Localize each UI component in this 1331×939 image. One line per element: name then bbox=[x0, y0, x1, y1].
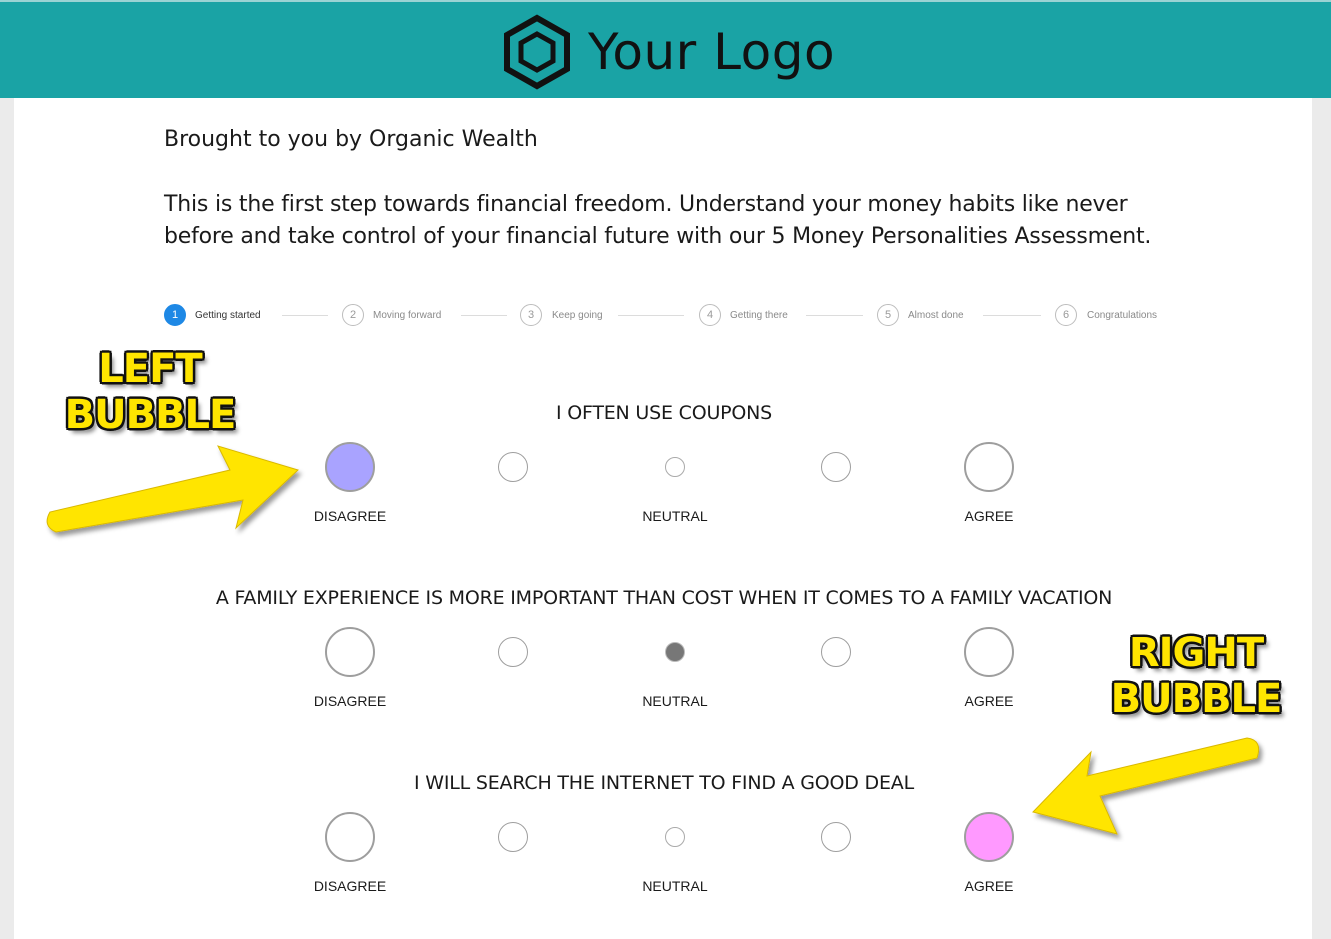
question-2-text: A FAMILY EXPERIENCE IS MORE IMPORTANT TH… bbox=[215, 587, 1113, 609]
step-3-label: Keep going bbox=[552, 310, 603, 321]
annotation-line: RIGHT bbox=[1128, 630, 1264, 676]
step-6-circle[interactable]: 6 bbox=[1055, 304, 1077, 326]
q1-option-5-bubble[interactable] bbox=[964, 442, 1014, 492]
annotation-line: LEFT bbox=[98, 346, 202, 392]
step-1-circle[interactable]: 1 bbox=[164, 304, 186, 326]
q2-option-5-bubble[interactable] bbox=[964, 627, 1014, 677]
step-connector bbox=[806, 315, 863, 316]
q3-option-4-bubble[interactable] bbox=[821, 822, 851, 852]
intro-text: This is the first step towards financial… bbox=[164, 192, 1152, 249]
q2-option-1-bubble[interactable] bbox=[325, 627, 375, 677]
step-1-label: Getting started bbox=[195, 310, 261, 321]
neutral-label: NEUTRAL bbox=[642, 508, 708, 524]
step-4-circle[interactable]: 4 bbox=[699, 304, 721, 326]
q1-option-2-bubble[interactable] bbox=[498, 452, 528, 482]
left-bubble-annotation: LEFT BUBBLE bbox=[58, 346, 242, 438]
q2-option-3-bubble[interactable] bbox=[665, 642, 685, 662]
left-arrow-icon bbox=[46, 445, 299, 533]
step-4-label: Getting there bbox=[730, 310, 788, 321]
agree-label: AGREE bbox=[964, 878, 1014, 894]
q2-option-2-bubble[interactable] bbox=[498, 637, 528, 667]
question-1-text: I OFTEN USE COUPONS bbox=[555, 402, 773, 424]
disagree-label: DISAGREE bbox=[313, 693, 387, 709]
step-connector bbox=[983, 315, 1041, 316]
disagree-label: DISAGREE bbox=[313, 878, 387, 894]
q3-option-3-bubble[interactable] bbox=[665, 827, 685, 847]
q1-option-1-bubble[interactable] bbox=[325, 442, 375, 492]
q3-option-2-bubble[interactable] bbox=[498, 822, 528, 852]
agree-label: AGREE bbox=[964, 693, 1014, 709]
q1-option-4-bubble[interactable] bbox=[821, 452, 851, 482]
right-bubble-annotation: RIGHT BUBBLE bbox=[1098, 630, 1294, 722]
step-connector bbox=[461, 315, 507, 316]
q3-option-1-bubble[interactable] bbox=[325, 812, 375, 862]
q3-option-5-bubble[interactable] bbox=[964, 812, 1014, 862]
step-3-circle[interactable]: 3 bbox=[520, 304, 542, 326]
q2-option-4-bubble[interactable] bbox=[821, 637, 851, 667]
step-2-circle[interactable]: 2 bbox=[342, 304, 364, 326]
logo-text: Your Logo bbox=[588, 23, 836, 81]
byline: Brought to you by Organic Wealth bbox=[164, 127, 538, 152]
right-arrow-icon bbox=[1032, 737, 1260, 835]
header-bar: Your Logo bbox=[0, 0, 1331, 98]
step-connector bbox=[618, 315, 684, 316]
step-2-label: Moving forward bbox=[373, 310, 442, 321]
step-5-circle[interactable]: 5 bbox=[877, 304, 899, 326]
agree-label: AGREE bbox=[964, 508, 1014, 524]
annotation-line: BUBBLE bbox=[64, 392, 237, 438]
step-connector bbox=[282, 315, 328, 316]
hexagon-logo-icon bbox=[504, 14, 570, 90]
annotation-line: BUBBLE bbox=[1110, 676, 1283, 722]
neutral-label: NEUTRAL bbox=[642, 693, 708, 709]
step-5-label: Almost done bbox=[908, 310, 964, 321]
q1-option-3-bubble[interactable] bbox=[665, 457, 685, 477]
step-6-label: Congratulations bbox=[1087, 310, 1158, 321]
neutral-label: NEUTRAL bbox=[642, 878, 708, 894]
question-3-text: I WILL SEARCH THE INTERNET TO FIND A GOO… bbox=[414, 772, 914, 794]
